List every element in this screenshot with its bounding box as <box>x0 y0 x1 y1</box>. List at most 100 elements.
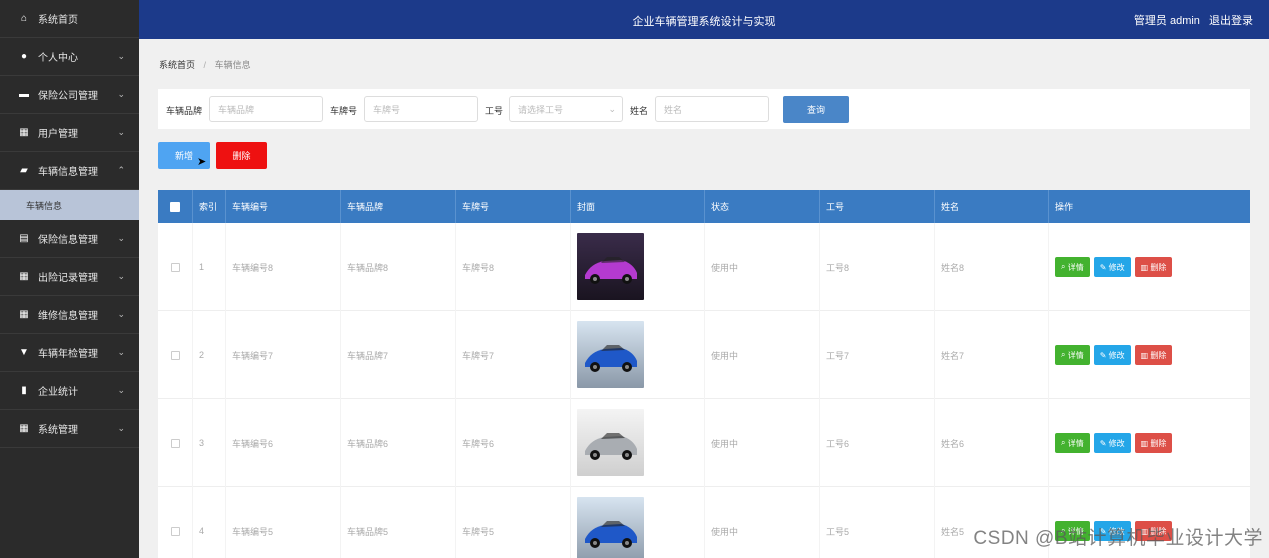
home-icon: ⌂ <box>20 13 28 24</box>
edit-button[interactable]: ✎ 修改 <box>1093 345 1131 365</box>
table-cell: 使用中 <box>704 223 819 311</box>
table-row: 1 车辆编号8 车辆品牌8 车牌号8 使用中 工号8 姓名8 ⌕ 详情 ✎ 修改 ▥ 删除 <box>158 223 1250 311</box>
car-icon: ▰ <box>20 165 28 176</box>
sidebar-item[interactable]: ▮ 企业统计 ⌄ <box>0 372 139 410</box>
detail-button[interactable]: ⌕ 详情 <box>1055 257 1090 277</box>
detail-label: 详情 <box>1067 350 1084 360</box>
pencil-icon: ✎ <box>1099 350 1109 360</box>
sidebar: ⌂ 系统首页 ● 个人中心 ⌄ ▬ 保险公司管理 ⌄ ▦ 用户管理 ⌄ ▰ 车辆信息管理 ⌃ 车辆信息 ▤… <box>0 0 139 558</box>
table-cell: 车辆品牌5 <box>340 487 455 558</box>
job-no-select-placeholder: 请选择工号 <box>518 104 564 115</box>
pencil-icon: ✎ <box>1099 262 1109 272</box>
sidebar-subitem-vehicle-info[interactable]: 车辆信息 <box>0 190 139 220</box>
actions-cell: ⌕ 详情 ✎ 修改 ▥ 删除 <box>1048 223 1250 311</box>
trash-icon: ▥ <box>1140 350 1151 360</box>
column-header: 车辆品牌 <box>340 190 455 223</box>
chevron-icon: ⌄ <box>117 271 125 281</box>
sidebar-item[interactable]: ▦ 用户管理 ⌄ <box>0 114 139 152</box>
cover-image-cell <box>570 399 704 487</box>
job-no-label: 工号 <box>485 106 504 116</box>
row-checkbox[interactable] <box>170 350 180 360</box>
sidebar-item[interactable]: ▦ 出险记录管理 ⌄ <box>0 258 139 296</box>
sidebar-subitem-label: 车辆信息 <box>26 200 63 211</box>
cover-image-cell <box>570 223 704 311</box>
remove-button[interactable]: ▥ 删除 <box>1134 433 1173 453</box>
sidebar-item-label: 车辆年检管理 <box>38 349 98 360</box>
sidebar-item-label: 用户管理 <box>38 129 78 140</box>
table-cell: 车辆编号7 <box>225 311 340 399</box>
monitor-icon: ▬ <box>19 89 29 100</box>
breadcrumb-home[interactable]: 系统首页 <box>159 60 195 70</box>
sidebar-item[interactable]: ⌂ 系统首页 <box>0 0 139 38</box>
chevron-icon: ⌄ <box>117 127 125 137</box>
sidebar-item-label: 保险公司管理 <box>38 91 98 102</box>
chevron-icon: ⌄ <box>117 423 125 433</box>
logout-link[interactable]: 退出登录 <box>1209 15 1253 27</box>
brand-input[interactable]: 车辆品牌 <box>209 96 323 122</box>
car-cover-image <box>577 232 644 302</box>
remove-button[interactable]: ▥ 删除 <box>1134 345 1173 365</box>
edit-label: 修改 <box>1108 350 1125 360</box>
column-header: 操作 <box>1048 190 1250 223</box>
cover-image-cell <box>570 487 704 558</box>
table-cell: 姓名6 <box>934 399 1048 487</box>
sidebar-item-label: 保险信息管理 <box>38 235 98 246</box>
job-no-select[interactable]: 请选择工号 ⌄ <box>509 96 623 122</box>
sidebar-item[interactable]: ▰ 车辆信息管理 ⌃ <box>0 152 139 190</box>
row-checkbox-cell <box>158 311 192 399</box>
row-checkbox-cell <box>158 487 192 558</box>
row-checkbox[interactable] <box>170 438 180 448</box>
table-cell: 工号7 <box>819 311 934 399</box>
detail-button[interactable]: ⌕ 详情 <box>1055 345 1090 365</box>
clipboard-icon: ▤ <box>19 233 29 244</box>
edit-button[interactable]: ✎ 修改 <box>1093 433 1131 453</box>
chevron-down-icon: ⌄ <box>608 104 616 114</box>
remove-label: 删除 <box>1150 262 1167 272</box>
search-icon: ⌕ <box>1061 350 1068 359</box>
car-cover-image <box>577 408 644 478</box>
row-checkbox[interactable] <box>170 526 180 536</box>
sidebar-item[interactable]: ▦ 维修信息管理 ⌄ <box>0 296 139 334</box>
table-cell: 1 <box>192 223 225 311</box>
delete-button[interactable]: 删除 <box>216 142 267 169</box>
chevron-icon: ⌄ <box>117 233 125 243</box>
remove-label: 删除 <box>1150 350 1167 360</box>
table-cell: 2 <box>192 311 225 399</box>
search-icon: ⌕ <box>1061 262 1068 271</box>
car-cover-image <box>577 496 644 558</box>
table-cell: 车辆品牌6 <box>340 399 455 487</box>
brand-label: 车辆品牌 <box>166 106 203 116</box>
sidebar-item-label: 企业统计 <box>38 387 78 398</box>
query-button[interactable]: 查询 <box>783 96 849 123</box>
grid-icon: ▦ <box>19 309 29 320</box>
sidebar-item[interactable]: ● 个人中心 ⌄ <box>0 38 139 76</box>
main-content: 系统首页 / 车辆信息 车辆品牌 车辆品牌 车牌号 车牌号 工号 请选择工号 ⌄… <box>139 39 1269 558</box>
table-cell: 工号8 <box>819 223 934 311</box>
table-cell: 车牌号8 <box>455 223 570 311</box>
row-checkbox-cell <box>158 223 192 311</box>
table-cell: 使用中 <box>704 311 819 399</box>
remove-button[interactable]: ▥ 删除 <box>1134 257 1173 277</box>
plate-input[interactable]: 车牌号 <box>364 96 478 122</box>
search-bar: 车辆品牌 车辆品牌 车牌号 车牌号 工号 请选择工号 ⌄ 姓名 姓名 查询 <box>158 89 1250 129</box>
column-header: 工号 <box>819 190 934 223</box>
sidebar-item[interactable]: ▬ 保险公司管理 ⌄ <box>0 76 139 114</box>
column-header: 车辆编号 <box>225 190 340 223</box>
select-all-checkbox-cell <box>158 190 192 223</box>
sidebar-item[interactable]: ▤ 保险信息管理 ⌄ <box>0 220 139 258</box>
select-all-checkbox[interactable] <box>170 201 180 212</box>
row-checkbox[interactable] <box>170 262 180 272</box>
actions-cell: ⌕ 详情 ✎ 修改 ▥ 删除 <box>1048 399 1250 487</box>
breadcrumb-separator: / <box>203 60 207 70</box>
edit-button[interactable]: ✎ 修改 <box>1093 257 1131 277</box>
watermark: CSDN @B站计算机毕业设计大学 <box>973 528 1263 549</box>
name-input[interactable]: 姓名 <box>655 96 769 122</box>
grid-icon: ▦ <box>19 127 29 138</box>
table-header: 索引 车辆编号 车辆品牌 车牌号 封面 状态 工号 姓名 操作 <box>158 190 1250 223</box>
detail-button[interactable]: ⌕ 详情 <box>1055 433 1090 453</box>
chevron-icon: ⌄ <box>117 89 125 99</box>
sidebar-item[interactable]: ▦ 系统管理 ⌄ <box>0 410 139 448</box>
table-cell: 工号5 <box>819 487 934 558</box>
sidebar-item[interactable]: ▼ 车辆年检管理 ⌄ <box>0 334 139 372</box>
chevron-icon: ⌄ <box>117 51 125 61</box>
